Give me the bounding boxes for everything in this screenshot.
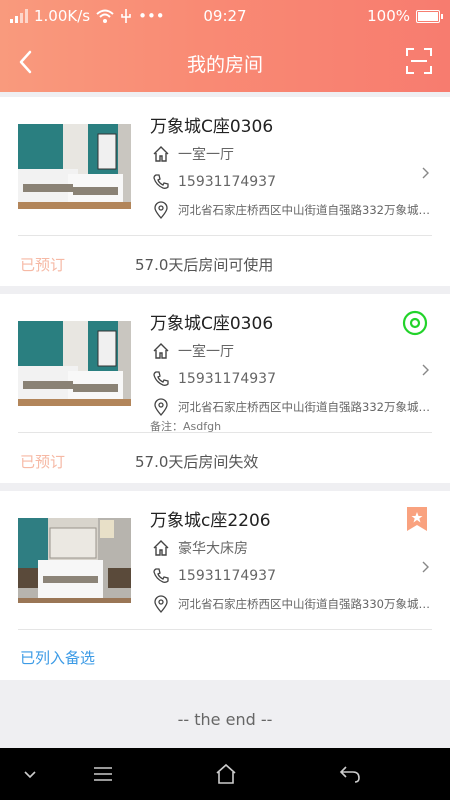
chevron-right-icon[interactable] <box>422 561 430 573</box>
room-name: 万象城c座2206 <box>150 511 271 531</box>
room-card[interactable]: 万象城C座0306 一室一厅 15931174937 河北省石家庄桥西区中山街道… <box>0 294 450 483</box>
chevron-right-icon[interactable] <box>422 364 430 376</box>
phone-row: 15931174937 <box>152 173 276 191</box>
location-pin-icon <box>154 595 168 613</box>
back-nav-icon[interactable] <box>338 762 362 786</box>
room-type-row: 一室一厅 <box>152 144 234 164</box>
status-bar: 1.00K/s ••• 09:27 100% <box>0 0 450 32</box>
phone-icon <box>153 174 169 189</box>
room-photo <box>18 124 131 209</box>
room-type: 豪华大床房 <box>178 541 248 557</box>
location-pin-icon <box>154 201 168 219</box>
phone-row: 15931174937 <box>152 567 276 585</box>
address-row: 河北省石家庄桥西区中山街道自强路332万象城… <box>152 398 430 416</box>
room-address: 河北省石家庄桥西区中山街道自强路330万象城… <box>178 597 430 611</box>
divider <box>18 235 432 236</box>
room-photo <box>18 321 131 406</box>
phone-icon <box>153 568 169 583</box>
title-bar: 我的房间 <box>0 32 450 92</box>
bookmark-icon[interactable] <box>406 506 428 532</box>
room-type-row: 一室一厅 <box>152 341 234 361</box>
room-type: 一室一厅 <box>178 147 234 163</box>
header-bar: 1.00K/s ••• 09:27 100% 我的房间 <box>0 0 450 92</box>
phone-row: 15931174937 <box>152 370 276 388</box>
home-icon <box>153 146 169 162</box>
page-title: 我的房间 <box>186 54 263 76</box>
location-pin-icon <box>154 398 168 416</box>
room-name: 万象城C座0306 <box>150 314 274 334</box>
availability-message: 57.0天后房间可使用 <box>135 256 274 274</box>
target-icon[interactable] <box>402 310 428 336</box>
availability-message: 57.0天后房间失效 <box>135 453 259 471</box>
room-type-row: 豪华大床房 <box>152 538 248 558</box>
battery-icon <box>416 9 443 23</box>
phone-number[interactable]: 15931174937 <box>178 174 276 190</box>
home-icon <box>153 540 169 556</box>
room-photo <box>18 518 131 603</box>
address-row: 河北省石家庄桥西区中山街道自强路332万象城… <box>152 201 430 219</box>
status-badge: 已预订 <box>20 453 66 471</box>
chevron-right-icon[interactable] <box>422 167 430 179</box>
divider <box>18 432 432 433</box>
divider <box>18 629 432 630</box>
room-card[interactable]: 万象城c座2206 豪华大床房 15931174937 河北省石家庄桥西区中山街… <box>0 491 450 680</box>
home-icon <box>153 343 169 359</box>
room-address: 河北省石家庄桥西区中山街道自强路332万象城… <box>178 203 430 217</box>
phone-icon <box>153 371 169 386</box>
address-row: 河北省石家庄桥西区中山街道自强路330万象城… <box>152 595 430 613</box>
status-badge: 已预订 <box>20 256 66 274</box>
phone-number[interactable]: 15931174937 <box>178 568 276 584</box>
room-name: 万象城C座0306 <box>150 117 274 137</box>
scan-icon[interactable] <box>406 48 432 74</box>
room-type: 一室一厅 <box>178 344 234 360</box>
home-nav-icon[interactable] <box>214 762 238 786</box>
candidate-status[interactable]: 已列入备选 <box>20 647 95 668</box>
list-end-marker: -- the end -- <box>177 710 273 729</box>
chevron-down-icon[interactable] <box>18 762 42 786</box>
system-nav-bar <box>0 748 450 800</box>
menu-icon[interactable] <box>91 762 115 786</box>
battery-percent: 100% <box>367 7 410 25</box>
room-card[interactable]: 万象城C座0306 一室一厅 15931174937 河北省石家庄桥西区中山街道… <box>0 97 450 286</box>
room-address: 河北省石家庄桥西区中山街道自强路332万象城… <box>178 400 430 414</box>
phone-number[interactable]: 15931174937 <box>178 371 276 387</box>
